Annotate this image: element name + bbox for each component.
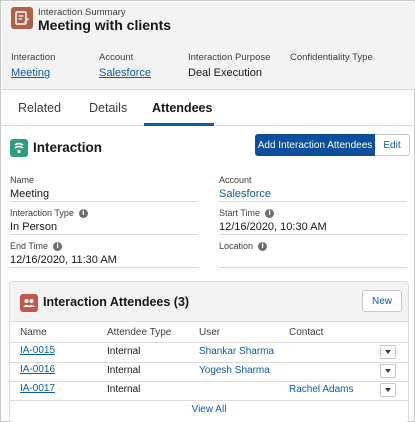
interaction-link[interactable]: Meeting — [11, 67, 55, 79]
attendee-user-link[interactable]: Shankar Sharma — [199, 346, 274, 357]
attendee-name-link[interactable]: IA-0017 — [20, 383, 55, 394]
column-header-contact[interactable]: Contact — [289, 327, 323, 338]
highlight-account: Account Salesforce — [99, 52, 151, 79]
attendee-user-link[interactable]: Yogesh Sharma — [199, 365, 270, 376]
field-start-time: Start Time i 12/16/2020, 10:30 AM — [219, 208, 407, 235]
attendee-type: Internal — [107, 384, 141, 395]
row-actions-chevron-down-icon[interactable] — [380, 345, 396, 359]
attendees-icon — [20, 294, 38, 312]
field-end-time: End Time i 12/16/2020, 11:30 AM — [10, 241, 198, 268]
info-icon[interactable]: i — [78, 208, 88, 218]
purpose-value: Deal Execution — [188, 67, 262, 79]
location-value — [219, 254, 407, 268]
highlight-purpose: Interaction Purpose Deal Execution — [188, 52, 270, 79]
attendee-name-link[interactable]: IA-0016 — [20, 364, 55, 375]
field-label: Interaction Type i — [10, 208, 198, 218]
record-tabs: Related Details Attendees — [2, 90, 415, 126]
new-attendee-button[interactable]: New — [362, 290, 402, 312]
highlight-label: Interaction — [11, 52, 56, 63]
interaction-icon — [10, 139, 28, 157]
row-divider — [10, 362, 408, 363]
account-link[interactable]: Salesforce — [99, 67, 151, 79]
field-label: End Time i — [10, 241, 198, 251]
field-label: Location i — [219, 241, 407, 251]
tab-related[interactable]: Related — [18, 90, 61, 126]
attendee-type: Internal — [107, 346, 141, 357]
interaction-type-value: In Person — [10, 221, 58, 233]
name-value: Meeting — [10, 188, 50, 200]
field-interaction-type: Interaction Type i In Person — [10, 208, 198, 235]
field-account: Account Salesforce — [219, 175, 407, 202]
field-label: Account — [219, 175, 252, 185]
highlight-confidentiality: Confidentiality Type — [290, 52, 373, 67]
info-icon[interactable]: i — [258, 241, 268, 251]
attendees-list-title: Interaction Attendees (3) — [43, 295, 190, 309]
interaction-card-title: Interaction — [33, 140, 103, 155]
row-divider — [10, 400, 408, 401]
start-time-value: 12/16/2020, 10:30 AM — [219, 221, 327, 233]
end-time-value: 12/16/2020, 11:30 AM — [10, 254, 117, 266]
field-location: Location i — [219, 241, 407, 268]
page-frame: Interaction Summary Meeting with clients… — [0, 0, 415, 422]
field-name: Name Meeting — [10, 175, 198, 202]
highlight-interaction: Interaction Meeting — [11, 52, 55, 79]
info-icon[interactable]: i — [265, 208, 275, 218]
column-header-attendee-type[interactable]: Attendee Type — [107, 327, 171, 338]
highlight-label: Account — [99, 52, 134, 63]
tab-details[interactable]: Details — [89, 90, 127, 126]
edit-button[interactable]: Edit — [375, 134, 410, 156]
field-label: Start Time i — [219, 208, 407, 218]
attendee-type: Internal — [107, 365, 141, 376]
record-highlights: Interaction Summary Meeting with clients… — [2, 2, 415, 90]
add-interaction-attendees-button[interactable]: Add Interaction Attendees — [255, 134, 375, 156]
interaction-summary-icon — [11, 7, 33, 29]
tab-attendees[interactable]: Attendees — [152, 90, 212, 126]
row-divider — [10, 381, 408, 382]
attendees-list-header: Interaction Attendees (3) New — [10, 282, 408, 322]
row-divider — [10, 342, 408, 343]
column-header-name[interactable]: Name — [20, 327, 47, 338]
active-tab-indicator — [144, 123, 214, 126]
attendees-related-list: Interaction Attendees (3) New Name Atten… — [9, 281, 409, 422]
account-value-link[interactable]: Salesforce — [219, 188, 407, 202]
highlight-label: Interaction Purpose — [188, 52, 271, 63]
row-actions-chevron-down-icon[interactable] — [380, 364, 396, 378]
record-title: Meeting with clients — [38, 17, 172, 33]
column-header-user[interactable]: User — [199, 327, 220, 338]
field-label: Name — [10, 175, 35, 185]
view-all-link[interactable]: View All — [10, 404, 408, 415]
row-actions-chevron-down-icon[interactable] — [380, 383, 396, 397]
highlight-label: Confidentiality Type — [290, 52, 373, 63]
attendee-name-link[interactable]: IA-0015 — [20, 345, 55, 356]
info-icon[interactable]: i — [53, 241, 63, 251]
attendee-contact-link[interactable]: Rachel Adams — [289, 384, 353, 395]
